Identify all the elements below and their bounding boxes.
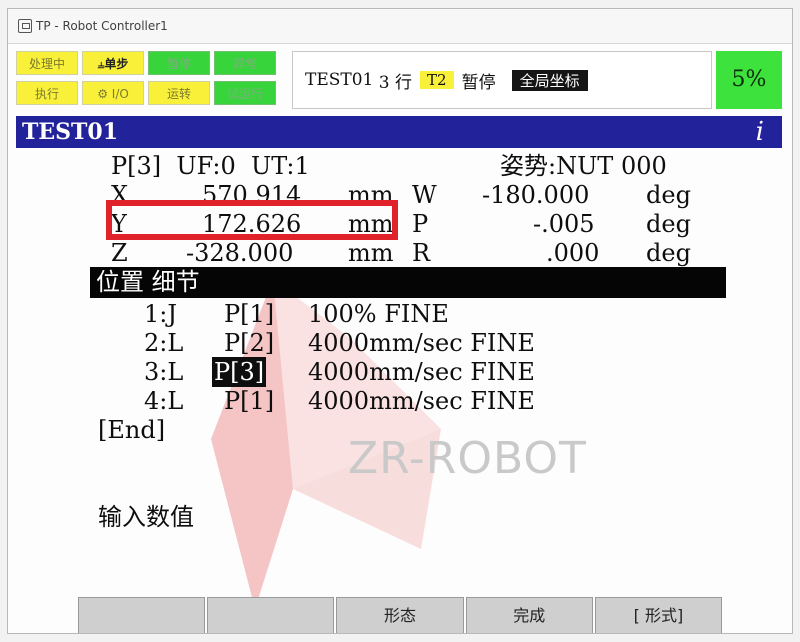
axis-r-value[interactable]: .000	[546, 238, 599, 268]
teach-pendant-icon	[18, 19, 32, 33]
highlight-box	[106, 200, 398, 240]
line-3-num[interactable]: 3:L	[144, 357, 183, 387]
status-io[interactable]: ⚙ I/O	[82, 81, 144, 105]
axis-z-label: Z	[111, 239, 128, 267]
edit-screen: P[3] UF:0 UT:1 姿势:NUT 000 X 570.914 mm W…	[16, 149, 782, 609]
window-titlebar: TP - Robot Controller1	[8, 9, 792, 44]
axis-z-value[interactable]: -328.000	[186, 238, 293, 268]
status-test[interactable]: 试运行	[214, 81, 276, 105]
status-bar: 处理中 ⫨单步 暂停 异常 执行 ⚙ I/O 运转 试运行 TEST01 3 行…	[16, 51, 790, 111]
f4-key-done[interactable]: 完成	[465, 597, 593, 633]
function-key-bar: 形态 完成 [ 形式]	[8, 597, 792, 633]
axis-p-value[interactable]: -.005	[533, 209, 595, 239]
io-icon: ⚙	[97, 87, 108, 101]
status-prod[interactable]: 运转	[148, 81, 210, 105]
status-state: 暂停	[461, 72, 496, 93]
input-prompt: 输入数值	[98, 503, 194, 531]
line-4-rest[interactable]: 4000mm/sec FINE	[308, 386, 535, 416]
line-2-rest[interactable]: 4000mm/sec FINE	[308, 328, 535, 358]
status-busy[interactable]: 处理中	[16, 51, 78, 75]
position-header-left: P[3] UF:0 UT:1	[111, 152, 310, 180]
status-message: TEST01 3 行 T2 暂停 全局坐标	[292, 51, 712, 109]
line-1-rest[interactable]: 100% FINE	[308, 299, 449, 329]
watermark-text: ZR-ROBOT	[348, 433, 587, 484]
program-name: TEST01	[22, 119, 119, 145]
status-run[interactable]: 执行	[16, 81, 78, 105]
axis-r-unit: deg	[646, 239, 691, 267]
axis-w-value[interactable]: -180.000	[482, 180, 589, 210]
info-icon[interactable]: i	[756, 116, 764, 148]
tp-window: TP - Robot Controller1 处理中 ⫨单步 暂停 异常 执行 …	[7, 8, 793, 634]
line-2-num[interactable]: 2:L	[144, 328, 183, 358]
f2-key[interactable]	[207, 597, 335, 633]
axis-p-unit: deg	[646, 210, 691, 238]
status-mode: T2	[420, 71, 454, 89]
status-line: 3 行	[378, 72, 413, 93]
line-4-num[interactable]: 4:L	[144, 386, 183, 416]
f3-key-config[interactable]: 形态	[336, 597, 464, 633]
end-marker[interactable]: [End]	[98, 415, 165, 445]
status-step[interactable]: ⫨单步	[82, 51, 144, 75]
f1-key[interactable]	[78, 597, 206, 633]
status-program: TEST01	[305, 70, 374, 90]
line-1-ref[interactable]: P[1]	[224, 299, 274, 329]
program-title-bar: TEST01 i	[16, 116, 782, 148]
axis-w-label: W	[412, 181, 437, 209]
line-3-rest[interactable]: 4000mm/sec FINE	[308, 357, 535, 387]
line-4-ref[interactable]: P[1]	[224, 386, 274, 416]
position-header-right: 姿势:NUT 000	[500, 152, 667, 180]
line-2-ref[interactable]: P[2]	[224, 328, 274, 358]
axis-r-label: R	[412, 239, 431, 267]
status-fault[interactable]: 异常	[214, 51, 276, 75]
f5-key-format[interactable]: [ 形式]	[594, 597, 723, 633]
axis-p-label: P	[412, 210, 429, 238]
status-coord: 全局坐标	[511, 69, 588, 91]
window-title: TP - Robot Controller1	[36, 19, 168, 33]
axis-w-unit: deg	[646, 181, 691, 209]
override-percent[interactable]: 5%	[716, 51, 782, 109]
line-1-num[interactable]: 1:J	[144, 299, 177, 329]
axis-z-unit: mm	[348, 239, 394, 267]
status-hold[interactable]: 暂停	[148, 51, 210, 75]
detail-title: 位置 细节	[90, 267, 726, 298]
line-3-ref-cursor[interactable]: P[3]	[212, 357, 267, 387]
